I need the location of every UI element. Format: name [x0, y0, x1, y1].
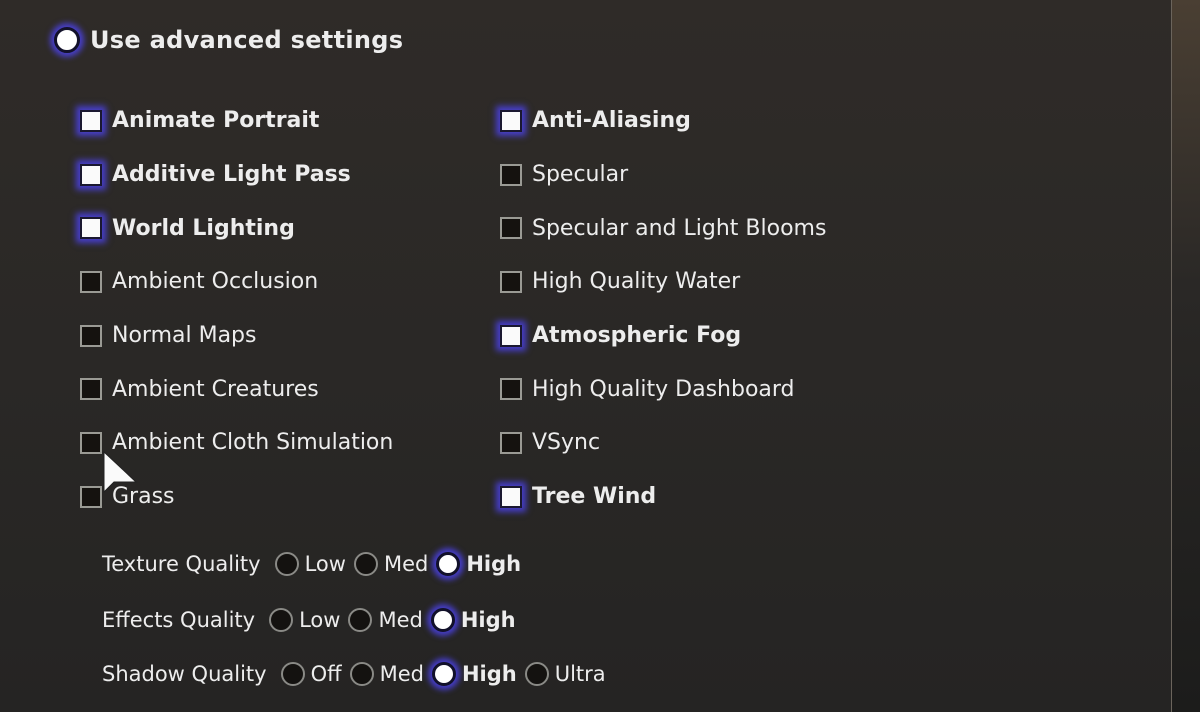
checkbox-atmospheric-fog[interactable]: Atmospheric Fog [500, 309, 826, 363]
option-label: Low [304, 552, 346, 576]
checkbox-label: World Lighting [112, 215, 295, 241]
option-label: Off [310, 662, 342, 686]
checkbox-label: Specular and Light Blooms [532, 215, 827, 241]
checkbox-label: Atmospheric Fog [532, 323, 742, 349]
checkbox-anti-aliasing[interactable]: Anti-Aliasing [500, 94, 826, 148]
window-edge [1171, 0, 1200, 712]
checkbox-unchecked-icon[interactable] [500, 270, 522, 293]
option-label: Med [383, 552, 429, 576]
checkbox-checked-icon[interactable] [80, 163, 102, 186]
checkbox-label: High Quality Water [532, 269, 741, 295]
option-label: Med [378, 608, 423, 632]
checkbox-ambient-occlusion[interactable]: Ambient Occlusion [80, 255, 393, 309]
checkbox-checked-icon[interactable] [500, 109, 522, 132]
checkbox-high-quality-dashboard[interactable]: High Quality Dashboard [500, 362, 826, 416]
shadow-quality-row: Shadow Quality Off Med High Ultra [102, 662, 614, 686]
checkbox-unchecked-icon[interactable] [500, 217, 522, 240]
checkbox-label: Anti-Aliasing [532, 108, 691, 134]
texture-quality-option-high[interactable]: High [436, 552, 521, 576]
radio-selected-icon[interactable] [430, 608, 455, 632]
shadow-quality-option-off[interactable]: Off [280, 662, 342, 686]
checkbox-unchecked-icon[interactable] [80, 378, 102, 401]
checkbox-unchecked-icon[interactable] [80, 270, 102, 293]
texture-quality-option-low[interactable]: Low [274, 552, 346, 576]
radio-selected-icon[interactable] [431, 662, 456, 686]
quality-label: Texture Quality [102, 552, 261, 576]
mouse-cursor-icon [103, 450, 138, 494]
effects-quality-option-high[interactable]: High [430, 608, 516, 632]
option-label: High [460, 608, 516, 632]
option-label: High [466, 552, 522, 576]
texture-quality-option-med[interactable]: Med [353, 552, 429, 576]
checkbox-additive-light-pass[interactable]: Additive Light Pass [80, 148, 393, 202]
checkbox-tree-wind[interactable]: Tree Wind [500, 470, 826, 524]
option-label: Med [379, 662, 424, 686]
checkbox-ambient-creatures[interactable]: Ambient Creatures [80, 362, 393, 416]
checkbox-label: Ambient Cloth Simulation [112, 430, 394, 456]
checkbox-world-lighting[interactable]: World Lighting [80, 201, 393, 255]
checkbox-normal-maps[interactable]: Normal Maps [80, 309, 393, 363]
checkbox-label: Ambient Occlusion [112, 269, 319, 295]
radio-unselected-icon[interactable] [524, 662, 549, 686]
right-checkbox-column: Anti-Aliasing Specular Specular and Light … [500, 94, 826, 524]
checkbox-label: Animate Portrait [112, 108, 320, 134]
checkbox-unchecked-icon[interactable] [80, 431, 102, 454]
checkbox-unchecked-icon[interactable] [500, 431, 522, 454]
checkbox-label: Additive Light Pass [112, 162, 351, 188]
checkbox-checked-icon[interactable] [500, 485, 522, 508]
radio-unselected-icon[interactable] [269, 608, 294, 632]
checkbox-label: Normal Maps [112, 323, 257, 349]
use-advanced-settings-radio[interactable]: Use advanced settings [54, 26, 403, 54]
shadow-quality-option-med[interactable]: Med [349, 662, 424, 686]
checkbox-checked-icon[interactable] [80, 109, 102, 132]
option-label: Low [299, 608, 341, 632]
shadow-quality-option-ultra[interactable]: Ultra [524, 662, 606, 686]
checkbox-checked-icon[interactable] [500, 324, 522, 347]
use-advanced-settings-label: Use advanced settings [90, 26, 404, 54]
checkbox-vsync[interactable]: VSync [500, 416, 826, 470]
quality-label: Effects Quality [102, 608, 256, 632]
checkbox-specular[interactable]: Specular [500, 148, 826, 202]
checkbox-unchecked-icon[interactable] [500, 163, 522, 186]
radio-selected-icon[interactable] [436, 552, 461, 576]
checkbox-unchecked-icon[interactable] [500, 378, 522, 401]
checkbox-label: High Quality Dashboard [532, 376, 795, 402]
checkbox-high-quality-water[interactable]: High Quality Water [500, 255, 826, 309]
texture-quality-row: Texture Quality Low Med High [102, 552, 529, 576]
quality-label: Shadow Quality [102, 662, 267, 686]
checkbox-label: VSync [532, 430, 601, 456]
effects-quality-row: Effects Quality Low Med High [102, 608, 524, 632]
option-label: High [461, 662, 517, 686]
checkbox-unchecked-icon[interactable] [80, 485, 102, 508]
option-label: Ultra [554, 662, 606, 686]
radio-unselected-icon[interactable] [280, 662, 305, 686]
radio-unselected-icon[interactable] [348, 608, 373, 632]
checkbox-label: Tree Wind [532, 484, 657, 510]
checkbox-unchecked-icon[interactable] [80, 324, 102, 347]
checkbox-specular-and-light-blooms[interactable]: Specular and Light Blooms [500, 201, 826, 255]
effects-quality-option-low[interactable]: Low [269, 608, 340, 632]
radio-selected-icon [54, 27, 80, 53]
checkbox-label: Ambient Creatures [112, 376, 319, 402]
shadow-quality-option-high[interactable]: High [431, 662, 517, 686]
radio-unselected-icon[interactable] [349, 662, 374, 686]
radio-unselected-icon[interactable] [274, 552, 299, 576]
checkbox-checked-icon[interactable] [80, 217, 102, 240]
checkbox-label: Specular [532, 162, 629, 188]
checkbox-animate-portrait[interactable]: Animate Portrait [80, 94, 393, 148]
radio-unselected-icon[interactable] [353, 552, 378, 576]
effects-quality-option-med[interactable]: Med [348, 608, 423, 632]
